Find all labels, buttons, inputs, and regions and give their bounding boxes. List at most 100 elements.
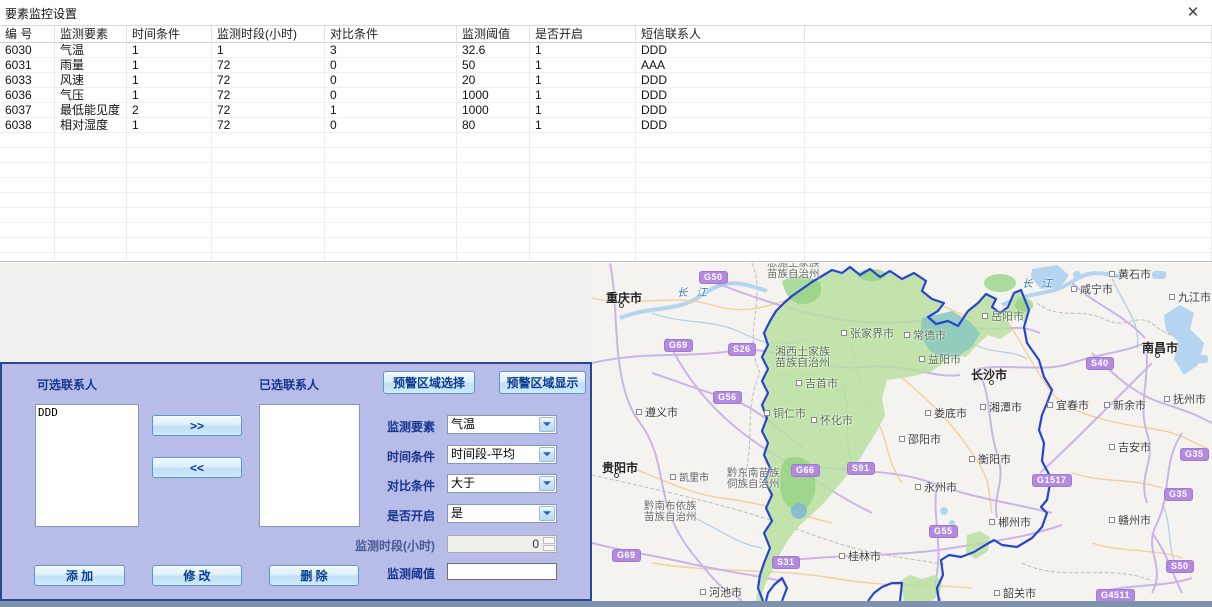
table-row[interactable]: 6038相对湿度1720801DDD (0, 118, 1212, 133)
table-cell: DDD (636, 73, 805, 88)
table-cell (636, 148, 805, 163)
map-city-label: 衡阳市 (969, 451, 1011, 467)
time-condition-label: 时间条件 (338, 448, 435, 465)
table-row[interactable] (0, 148, 1212, 163)
column-header[interactable] (805, 26, 1212, 43)
table-cell (530, 148, 636, 163)
table-cell (636, 193, 805, 208)
chevron-down-icon[interactable] (539, 447, 555, 462)
road-badge: G4511 (1096, 589, 1135, 601)
spinner-down-icon[interactable] (543, 545, 555, 552)
time-condition-combo[interactable]: 时间段-平均 (447, 445, 557, 464)
table-cell (805, 148, 1212, 163)
table-row[interactable] (0, 253, 1212, 262)
column-header[interactable]: 短信联系人 (636, 26, 805, 43)
table-cell: 1 (530, 88, 636, 103)
table-row[interactable] (0, 133, 1212, 148)
table-row[interactable]: 6037最低能见度272110001DDD (0, 103, 1212, 118)
table-cell (127, 163, 212, 178)
modify-button[interactable]: 修 改 (152, 565, 242, 586)
column-header[interactable]: 编 号 (0, 26, 55, 43)
compare-condition-combo-value: 大于 (448, 475, 538, 492)
chevron-down-icon[interactable] (539, 506, 555, 521)
table-row[interactable]: 6030气温11332.61DDD (0, 43, 1212, 58)
element-combo-value: 气温 (448, 416, 538, 433)
table-cell (530, 193, 636, 208)
table-cell: 1 (530, 43, 636, 58)
column-header[interactable]: 监测阈值 (457, 26, 530, 43)
element-combo[interactable]: 气温 (447, 415, 557, 434)
road-badge: G56 (713, 391, 742, 404)
road-badge: S91 (847, 462, 875, 475)
table-cell: 50 (457, 58, 530, 73)
spinner-up-icon[interactable] (543, 537, 555, 544)
table-cell (212, 208, 325, 223)
move-left-button[interactable]: << (152, 457, 242, 478)
warning-area-map[interactable]: 重庆市贵阳市长沙市南昌市长 江长 江遵义市凯里市河池市桂林市湘潭市娄底市邵阳市衡… (592, 263, 1212, 601)
column-header[interactable]: 监测要素 (55, 26, 127, 43)
map-city-label: 凯里市 (670, 469, 709, 484)
threshold-label: 监测阈值 (338, 565, 435, 582)
table-row[interactable]: 6033风速1720201DDD (0, 73, 1212, 88)
add-button[interactable]: 添 加 (34, 565, 125, 586)
table-cell: 80 (457, 118, 530, 133)
table-cell (530, 133, 636, 148)
table-cell: 6031 (0, 58, 55, 73)
table-cell: 72 (212, 88, 325, 103)
table-row[interactable]: 6036气压172010001DDD (0, 88, 1212, 103)
enabled-combo[interactable]: 是 (447, 504, 557, 523)
table-cell (457, 163, 530, 178)
column-header[interactable]: 对比条件 (325, 26, 457, 43)
table-cell: 6030 (0, 43, 55, 58)
move-right-button[interactable]: >> (152, 415, 242, 436)
chevron-down-icon[interactable] (539, 417, 555, 432)
column-header[interactable]: 时间条件 (127, 26, 212, 43)
table-cell (0, 193, 55, 208)
threshold-input[interactable] (447, 563, 557, 580)
table-row[interactable] (0, 238, 1212, 253)
table-cell (55, 148, 127, 163)
map-city-label: 咸宁市 (1071, 281, 1113, 297)
compare-condition-combo[interactable]: 大于 (447, 474, 557, 493)
city-marker-icon (1155, 353, 1160, 358)
map-city-label: 郴州市 (989, 514, 1031, 530)
table-cell: 雨量 (55, 58, 127, 73)
table-cell (212, 253, 325, 262)
table-cell: 6033 (0, 73, 55, 88)
table-cell: DDD (636, 88, 805, 103)
map-city-label: 贵阳市 (602, 459, 638, 476)
table-row[interactable] (0, 178, 1212, 193)
table-cell (325, 193, 457, 208)
column-header[interactable]: 监测时段(小时) (212, 26, 325, 43)
warning-area-select-button[interactable]: 预警区域选择 (383, 371, 475, 394)
spacer-strip (0, 263, 592, 362)
table-row[interactable] (0, 223, 1212, 238)
period-spinner[interactable]: 0 (447, 535, 557, 553)
table-cell (457, 133, 530, 148)
table-cell (805, 223, 1212, 238)
table-cell (325, 148, 457, 163)
map-city-label: 长 江 (1022, 276, 1055, 291)
table-cell (212, 163, 325, 178)
road-badge: G50 (699, 271, 728, 284)
map-city-label: 黄石市 (1109, 266, 1151, 282)
table-cell: 1000 (457, 88, 530, 103)
table-row[interactable] (0, 193, 1212, 208)
table-cell (805, 178, 1212, 193)
table-row[interactable]: 6031雨量1720501AAA (0, 58, 1212, 73)
column-header[interactable]: 是否开启 (530, 26, 636, 43)
window-bottom-edge (0, 601, 1212, 607)
available-contacts-list[interactable]: DDD (35, 404, 139, 527)
selected-contacts-label: 已选联系人 (259, 376, 319, 393)
table-row[interactable] (0, 208, 1212, 223)
contact-item[interactable]: DDD (36, 405, 138, 420)
table-cell: 最低能见度 (55, 103, 127, 118)
warning-area-display-button[interactable]: 预警区域显示 (499, 371, 586, 394)
chevron-down-icon[interactable] (539, 476, 555, 491)
map-city-label: 铜仁市 (764, 405, 806, 421)
table-cell (325, 208, 457, 223)
close-icon[interactable]: ✕ (1184, 4, 1202, 22)
table-cell (212, 223, 325, 238)
table-cell: 1 (325, 103, 457, 118)
table-row[interactable] (0, 163, 1212, 178)
